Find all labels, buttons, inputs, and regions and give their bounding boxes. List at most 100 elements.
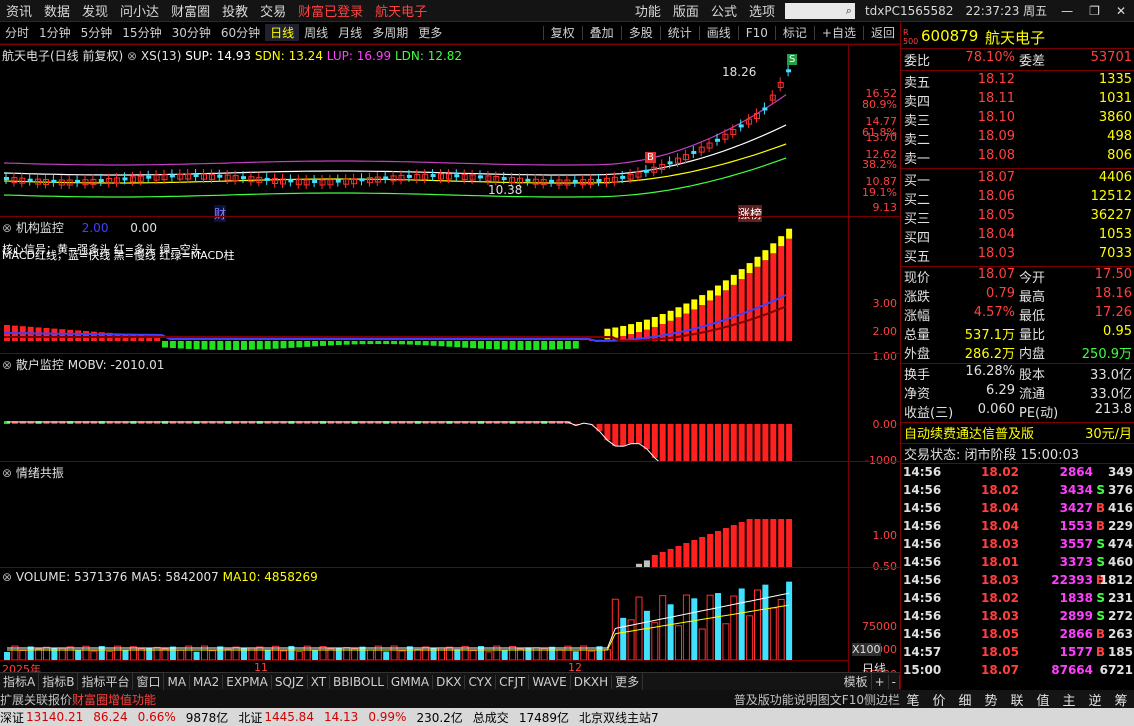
extension-tab-0[interactable]: 扩展 bbox=[0, 691, 24, 708]
menu-item-2[interactable]: 发现 bbox=[82, 1, 108, 20]
stock-name[interactable]: 航天电子 bbox=[985, 27, 1045, 48]
menu-stock-name[interactable]: 航天电子 bbox=[375, 1, 427, 20]
period-tab-10[interactable]: 更多 bbox=[413, 24, 447, 41]
toolbar-button-5[interactable]: F10 bbox=[741, 26, 773, 40]
bottom-right-link-0[interactable]: 普及版功能说明 bbox=[734, 691, 818, 708]
period-tab-6[interactable]: 日线 bbox=[265, 24, 300, 41]
toolbar-button-6[interactable]: 标记 bbox=[778, 24, 812, 41]
indicator-tab-15[interactable]: DKXH bbox=[571, 674, 613, 689]
indicator-tab-4[interactable]: MA bbox=[164, 674, 191, 689]
menu-item-0[interactable]: 资讯 bbox=[6, 1, 32, 20]
volume-panel[interactable]: ⊗ VOLUME: 5371376 MA5: 5842007 MA10: 485… bbox=[0, 567, 900, 681]
maximize-icon[interactable]: ❐ bbox=[1089, 4, 1100, 18]
extension-tab-3[interactable]: 增值功能 bbox=[108, 691, 156, 708]
sentiment-chart[interactable] bbox=[0, 462, 848, 568]
sz-label[interactable]: 深证 bbox=[0, 709, 24, 726]
promo-text[interactable]: 自动续费通达信普及版 bbox=[904, 423, 1034, 442]
toolbar-button-3[interactable]: 统计 bbox=[663, 24, 697, 41]
indicator-tab-13[interactable]: CFJT bbox=[496, 674, 530, 689]
toolbar-button-0[interactable]: 复权 bbox=[546, 24, 580, 41]
bottom-right-link-2[interactable]: 侧边栏 bbox=[864, 691, 900, 708]
institution-chart[interactable] bbox=[0, 217, 848, 354]
period-tab-5[interactable]: 60分钟 bbox=[216, 24, 265, 41]
quote-tab-2[interactable]: 细 bbox=[952, 690, 978, 709]
indicator-tab-0[interactable]: 指标A bbox=[0, 673, 40, 690]
quote-tab-7[interactable]: 逆 bbox=[1082, 690, 1108, 709]
quote-tab-1[interactable]: 价 bbox=[926, 690, 952, 709]
signal-s-badge[interactable]: S bbox=[787, 54, 798, 65]
candle-body bbox=[691, 150, 697, 154]
price-panel[interactable]: 航天电子(日线 前复权) ⊗ XS(13) SUP: 14.93 SDN: 13… bbox=[0, 44, 900, 222]
sentiment-panel[interactable]: ⊗ 情绪共振 1.00 0.50 bbox=[0, 461, 900, 573]
menu-right-item-3[interactable]: 选项 bbox=[749, 1, 775, 20]
stock-code[interactable]: 600879 bbox=[921, 27, 978, 45]
quote-tab-6[interactable]: 主 bbox=[1056, 690, 1082, 709]
indicator-tab-6[interactable]: EXPMA bbox=[223, 674, 272, 689]
indicator-tab-14[interactable]: WAVE bbox=[529, 674, 571, 689]
period-tab-0[interactable]: 分时 bbox=[0, 24, 34, 41]
promo-row[interactable]: 自动续费通达信普及版 30元/月 bbox=[901, 423, 1134, 442]
bottom-right-link-1[interactable]: 图文F10 bbox=[818, 691, 864, 708]
extension-tab-1[interactable]: 关联报价 bbox=[24, 691, 72, 708]
menu-right-item-1[interactable]: 版面 bbox=[673, 1, 699, 20]
toolbar-button-2[interactable]: 多股 bbox=[624, 24, 658, 41]
period-tab-4[interactable]: 30分钟 bbox=[167, 24, 216, 41]
template-button-2[interactable]: - bbox=[889, 674, 900, 689]
promo-price[interactable]: 30元/月 bbox=[1085, 423, 1132, 442]
indicator-tab-12[interactable]: CYX bbox=[465, 674, 497, 689]
quote-stat-row: 收益(三) 0.060 PE(动) 213.8 bbox=[901, 402, 1134, 421]
template-button-1[interactable]: + bbox=[872, 674, 889, 689]
indicator-tab-16[interactable]: 更多 bbox=[612, 673, 644, 690]
quote-tab-0[interactable]: 笔 bbox=[900, 690, 926, 709]
menu-right-item-2[interactable]: 公式 bbox=[711, 1, 737, 20]
quote-tab-5[interactable]: 值 bbox=[1030, 690, 1056, 709]
login-status[interactable]: 财富已登录 bbox=[298, 1, 363, 20]
quote-tab-8[interactable]: 筹 bbox=[1108, 690, 1134, 709]
volume-chart[interactable] bbox=[0, 568, 848, 660]
indicator-tab-5[interactable]: MA2 bbox=[190, 674, 224, 689]
toolbar-button-8[interactable]: 返回 bbox=[866, 24, 900, 41]
menu-item-6[interactable]: 交易 bbox=[260, 1, 286, 20]
period-tab-1[interactable]: 1分钟 bbox=[34, 24, 76, 41]
close-icon[interactable]: ✕ bbox=[1116, 4, 1126, 18]
menu-item-1[interactable]: 数据 bbox=[44, 1, 70, 20]
toolbar-button-7[interactable]: +自选 bbox=[817, 24, 861, 41]
menu-item-5[interactable]: 投教 bbox=[222, 1, 248, 20]
indicator-tab-7[interactable]: SQJZ bbox=[272, 674, 308, 689]
indicator-tab-8[interactable]: XT bbox=[308, 674, 331, 689]
signal-b-badge[interactable]: B bbox=[645, 152, 656, 163]
price-chart[interactable] bbox=[0, 45, 848, 217]
retail-panel[interactable]: ⊗ 散户监控 MOBV: -2010.01 0.00 -1000 bbox=[0, 353, 900, 467]
period-tab-8[interactable]: 月线 bbox=[333, 24, 367, 41]
quote-tab-3[interactable]: 势 bbox=[978, 690, 1004, 709]
indicator-tab-2[interactable]: 指标平台 bbox=[78, 673, 134, 690]
indicator-tab-11[interactable]: DKX bbox=[433, 674, 466, 689]
indicator-tab-3[interactable]: 窗口 bbox=[133, 673, 165, 690]
toolbar-button-4[interactable]: 画线 bbox=[702, 24, 736, 41]
period-tab-9[interactable]: 多周期 bbox=[367, 24, 413, 41]
extension-tab-2[interactable]: 财富圈 bbox=[72, 691, 108, 708]
sentiment-bar bbox=[699, 537, 706, 568]
template-button-0[interactable]: 模板 bbox=[841, 673, 872, 690]
retail-chart[interactable] bbox=[0, 354, 848, 462]
quote-tab-4[interactable]: 联 bbox=[1004, 690, 1030, 709]
server-site[interactable]: 北京双线主站7 bbox=[579, 709, 659, 726]
indicator-tab-10[interactable]: GMMA bbox=[388, 674, 434, 689]
menu-item-4[interactable]: 财富圈 bbox=[171, 1, 210, 20]
indicator-tab-1[interactable]: 指标B bbox=[39, 673, 79, 690]
chart-area[interactable]: 航天电子(日线 前复权) ⊗ XS(13) SUP: 14.93 SDN: 13… bbox=[0, 44, 900, 681]
toolbar-button-1[interactable]: 叠加 bbox=[585, 24, 619, 41]
menu-right-item-0[interactable]: 功能 bbox=[635, 1, 661, 20]
indicator-tab-9[interactable]: BBIBOLL bbox=[330, 674, 388, 689]
menu-bar: 资讯 数据 发现 问小达 财富圈 投教 交易 财富已登录 航天电子 功能 版面 公式 选项 ⌕ t… bbox=[0, 0, 1134, 22]
tick-price: 18.03 bbox=[981, 537, 1019, 551]
institution-panel[interactable]: ⊗ 机构监控 2.00 0.00 核心信号：黄=强多头 红=多头 绿=空头 MA… bbox=[0, 216, 900, 363]
minimize-icon[interactable]: — bbox=[1061, 4, 1073, 18]
period-tab-2[interactable]: 5分钟 bbox=[76, 24, 118, 41]
menu-item-3[interactable]: 问小达 bbox=[120, 1, 159, 20]
bz-label[interactable]: 北证 bbox=[238, 709, 262, 726]
period-tab-3[interactable]: 15分钟 bbox=[117, 24, 166, 41]
period-tab-7[interactable]: 周线 bbox=[299, 24, 333, 41]
search-icon[interactable]: ⌕ bbox=[846, 4, 852, 18]
search-box[interactable]: ⌕ bbox=[784, 2, 855, 19]
